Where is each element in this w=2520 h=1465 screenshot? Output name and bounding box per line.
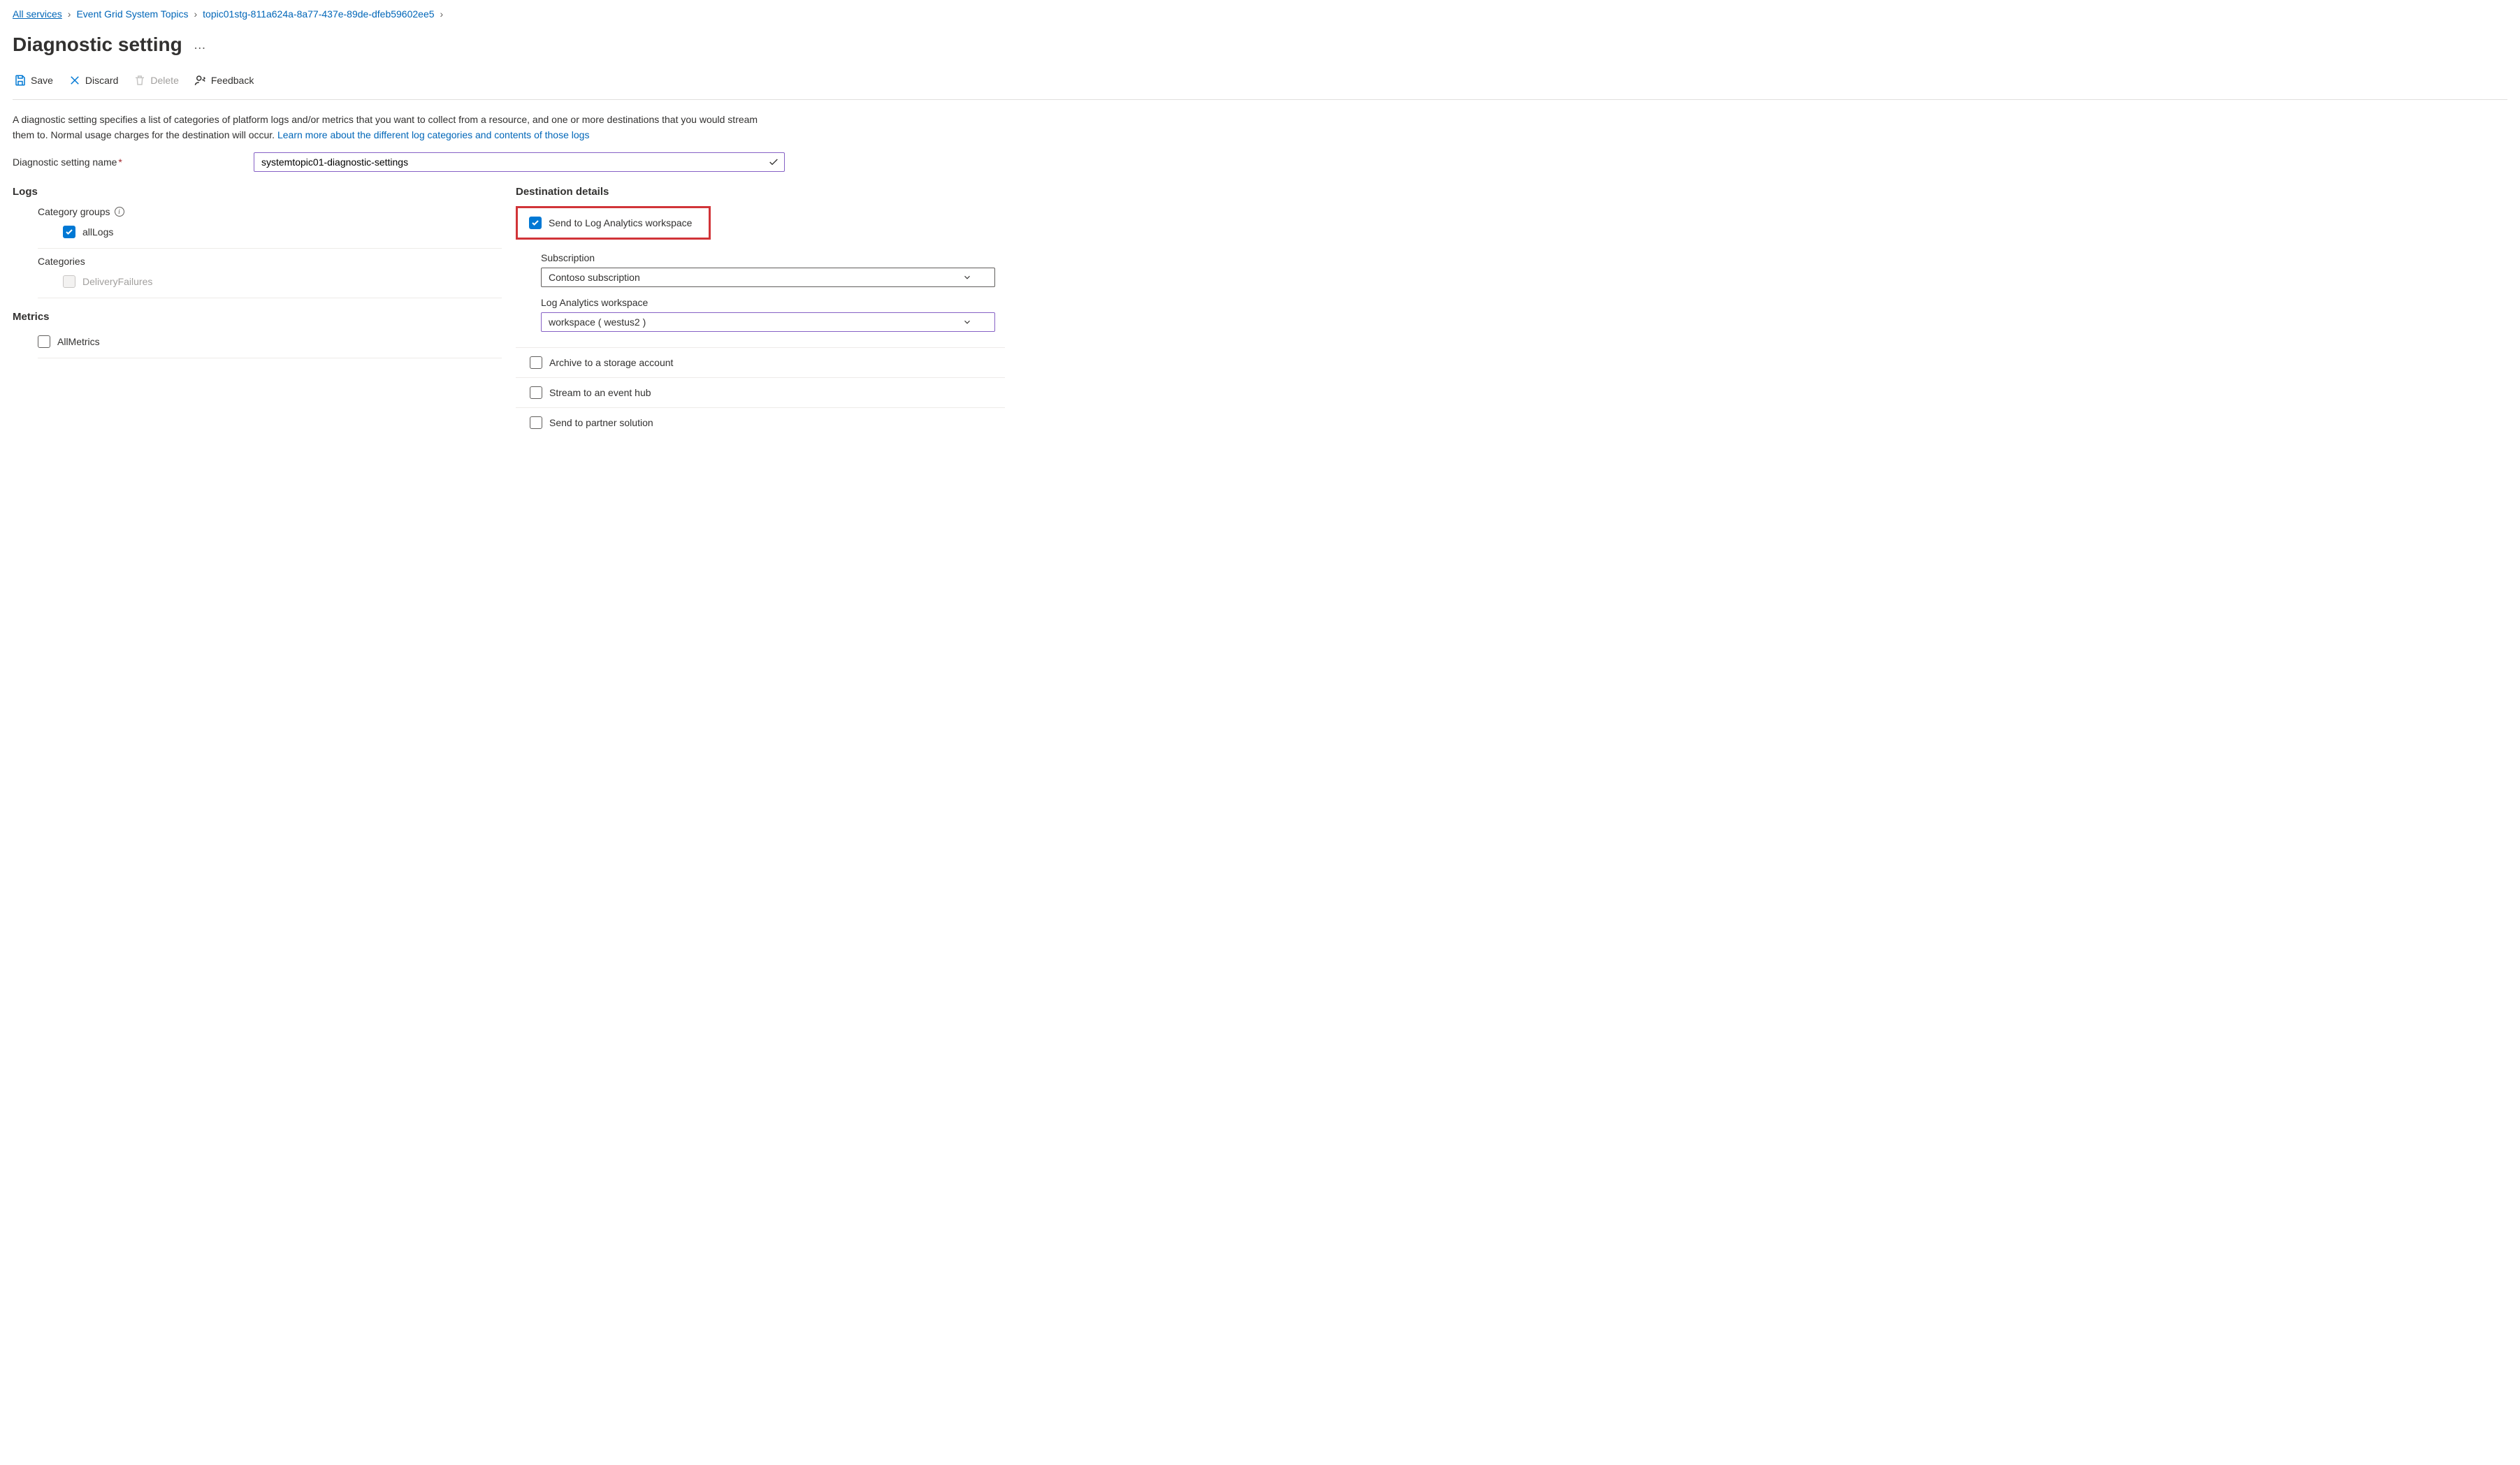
setting-name-row: Diagnostic setting name * bbox=[13, 152, 795, 172]
chevron-right-icon: › bbox=[440, 8, 444, 20]
workspace-label: Log Analytics workspace bbox=[541, 297, 648, 308]
categories-label: Categories bbox=[38, 256, 85, 267]
workspace-select[interactable]: workspace ( westus2 ) bbox=[541, 312, 995, 332]
save-button[interactable]: Save bbox=[13, 71, 55, 89]
chevron-down-icon bbox=[962, 272, 972, 282]
metrics-section-title: Metrics bbox=[13, 311, 502, 323]
log-analytics-config: Subscription Contoso subscription Log An… bbox=[516, 252, 1005, 348]
breadcrumb-all-services[interactable]: All services bbox=[13, 8, 62, 20]
page-title: Diagnostic setting bbox=[13, 34, 182, 56]
left-column: Logs Category groups i allLogs Categorie… bbox=[13, 186, 502, 437]
workspace-value: workspace ( westus2 ) bbox=[549, 316, 646, 328]
feedback-label: Feedback bbox=[211, 75, 254, 86]
chevron-down-icon bbox=[962, 317, 972, 327]
divider bbox=[38, 248, 502, 249]
feedback-button[interactable]: Feedback bbox=[193, 71, 255, 89]
deliveryfailures-checkbox bbox=[63, 275, 75, 288]
category-groups-label-text: Category groups bbox=[38, 206, 110, 217]
send-partner-label: Send to partner solution bbox=[549, 417, 653, 428]
chevron-right-icon: › bbox=[194, 8, 198, 20]
save-label: Save bbox=[31, 75, 53, 86]
deliveryfailures-row: DeliveryFailures bbox=[38, 271, 502, 292]
breadcrumb-topic[interactable]: topic01stg-811a624a-8a77-437e-89de-dfeb5… bbox=[203, 8, 434, 20]
subscription-value: Contoso subscription bbox=[549, 272, 640, 283]
archive-storage-label: Archive to a storage account bbox=[549, 357, 673, 368]
chevron-right-icon: › bbox=[68, 8, 71, 20]
toolbar: Save Discard Delete Feedback bbox=[13, 71, 2507, 100]
delete-button: Delete bbox=[132, 71, 180, 89]
logs-section-title: Logs bbox=[13, 186, 502, 198]
stream-event-hub-row: Stream to an event hub bbox=[516, 378, 1005, 408]
send-log-analytics-label: Send to Log Analytics workspace bbox=[549, 217, 692, 228]
stream-event-hub-label: Stream to an event hub bbox=[549, 387, 651, 398]
discard-label: Discard bbox=[85, 75, 118, 86]
archive-storage-row: Archive to a storage account bbox=[516, 348, 1005, 378]
archive-storage-checkbox[interactable] bbox=[530, 356, 542, 369]
send-partner-checkbox[interactable] bbox=[530, 416, 542, 429]
description-text: A diagnostic setting specifies a list of… bbox=[13, 112, 781, 143]
alllogs-row: allLogs bbox=[38, 221, 502, 242]
setting-name-label-text: Diagnostic setting name bbox=[13, 156, 117, 168]
setting-name-label: Diagnostic setting name * bbox=[13, 156, 254, 168]
category-groups-label: Category groups i bbox=[38, 206, 124, 217]
title-row: Diagnostic setting … bbox=[13, 34, 2507, 56]
breadcrumb: All services › Event Grid System Topics … bbox=[13, 7, 2507, 27]
send-partner-row: Send to partner solution bbox=[516, 408, 1005, 437]
breadcrumb-system-topics[interactable]: Event Grid System Topics bbox=[76, 8, 188, 20]
subscription-label: Subscription bbox=[541, 252, 595, 263]
alllogs-label: allLogs bbox=[82, 226, 113, 238]
feedback-icon bbox=[194, 74, 207, 87]
trash-icon bbox=[133, 74, 146, 87]
stream-event-hub-checkbox[interactable] bbox=[530, 386, 542, 399]
allmetrics-checkbox[interactable] bbox=[38, 335, 50, 348]
check-icon bbox=[768, 156, 779, 168]
delete-label: Delete bbox=[150, 75, 178, 86]
info-icon[interactable]: i bbox=[115, 207, 124, 217]
save-icon bbox=[14, 74, 27, 87]
send-log-analytics-highlight: Send to Log Analytics workspace bbox=[516, 206, 711, 240]
deliveryfailures-label: DeliveryFailures bbox=[82, 276, 152, 287]
discard-button[interactable]: Discard bbox=[67, 71, 120, 89]
more-actions-button[interactable]: … bbox=[194, 38, 207, 52]
alllogs-checkbox[interactable] bbox=[63, 226, 75, 238]
right-column: Destination details Send to Log Analytic… bbox=[516, 186, 1005, 437]
destination-section-title: Destination details bbox=[516, 186, 1005, 198]
close-icon bbox=[68, 74, 81, 87]
allmetrics-label: AllMetrics bbox=[57, 336, 100, 347]
setting-name-input[interactable] bbox=[254, 152, 785, 172]
learn-more-link[interactable]: Learn more about the different log categ… bbox=[277, 129, 589, 140]
send-log-analytics-checkbox[interactable] bbox=[529, 217, 542, 229]
subscription-select[interactable]: Contoso subscription bbox=[541, 268, 995, 287]
allmetrics-row: AllMetrics bbox=[13, 331, 502, 352]
required-indicator: * bbox=[118, 156, 122, 168]
